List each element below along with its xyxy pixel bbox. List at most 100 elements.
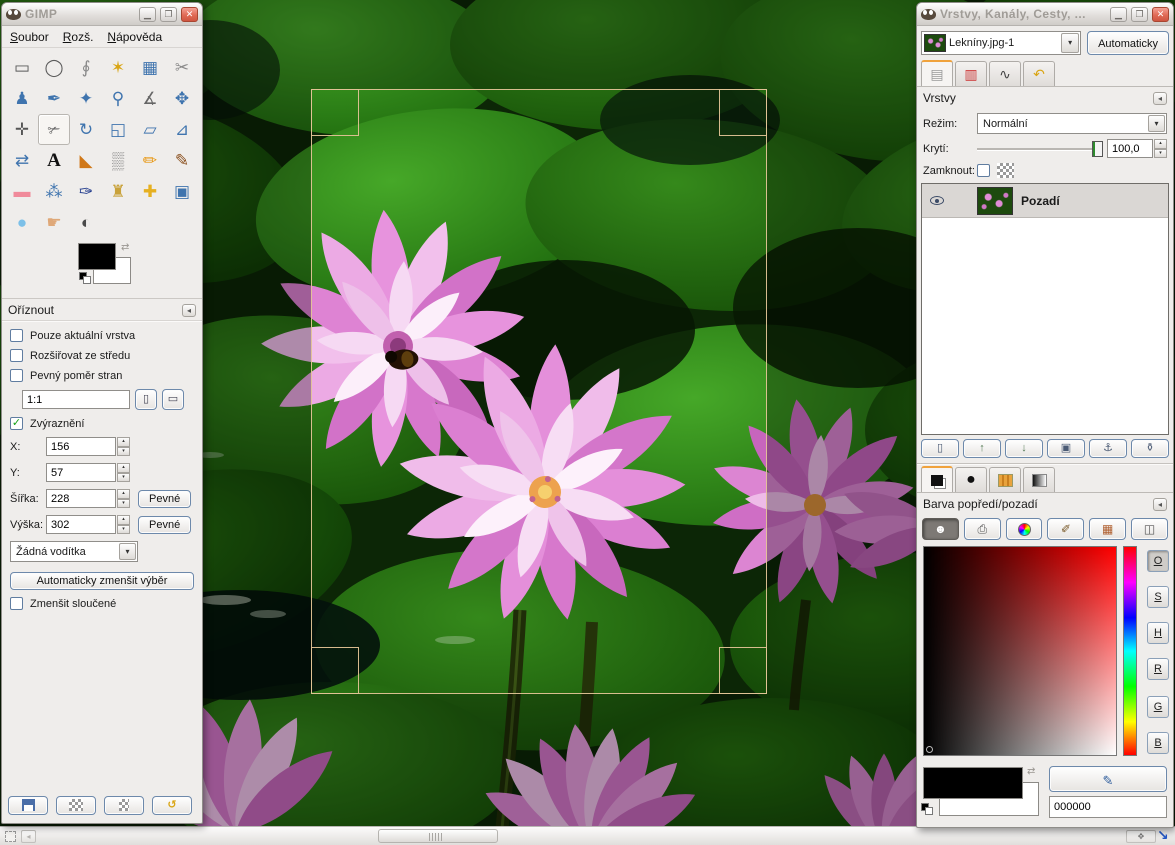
lock-checkbox[interactable] <box>977 164 990 177</box>
crop-selection[interactable] <box>311 89 767 694</box>
gimp-selector-button[interactable]: ☻ <box>922 518 959 540</box>
highlight-checkbox[interactable]: ✓ <box>10 417 23 430</box>
tool-bucket-fill[interactable]: ◣ <box>70 145 102 176</box>
palette-selector-button[interactable]: ▦ <box>1089 518 1126 540</box>
width-spinner[interactable]: ▴▾ <box>117 489 130 508</box>
tool-airbrush[interactable]: ⁂ <box>38 176 70 207</box>
tool-shear[interactable]: ▱ <box>134 114 166 145</box>
collapse-options-button[interactable]: ◂ <box>182 304 196 317</box>
channel-value-button[interactable]: H <box>1147 622 1169 644</box>
swap-colors-icon[interactable]: ⇄ <box>1027 766 1035 777</box>
tool-measure[interactable]: ∡ <box>134 83 166 114</box>
tool-perspective[interactable]: ⊿ <box>166 114 198 145</box>
tool-crop[interactable]: ✃ <box>38 114 70 145</box>
save-options-button[interactable] <box>8 796 48 815</box>
foreground-color-swatch[interactable] <box>923 767 1023 799</box>
tool-flip[interactable]: ⇄ <box>6 145 38 176</box>
channel-red-button[interactable]: R <box>1147 658 1169 680</box>
channel-saturation-button[interactable]: S <box>1147 586 1169 608</box>
tool-ellipse-select[interactable]: ◯ <box>38 52 70 83</box>
tool-eraser[interactable]: ▬ <box>6 176 38 207</box>
tab-patterns[interactable] <box>989 467 1021 492</box>
tool-perspective-clone[interactable]: ▣ <box>166 176 198 207</box>
crop-handle-bottom-right[interactable] <box>719 647 767 694</box>
opacity-slider[interactable] <box>977 141 1103 157</box>
minimize-button[interactable]: ▁ <box>1110 7 1127 22</box>
menu-rozs[interactable]: Rozš. <box>63 30 94 44</box>
dock-titlebar[interactable]: Vrstvy, Kanály, Cesty, ... ▁ ❐ ✕ <box>917 3 1173 26</box>
tab-undo-history[interactable]: ↶ <box>1023 61 1055 86</box>
image-selector-dropdown[interactable]: Lekníny.jpg-1 ▾ <box>921 31 1081 55</box>
reset-options-button[interactable]: ↺ <box>152 796 192 815</box>
opacity-input[interactable] <box>1107 139 1153 158</box>
landscape-button[interactable]: ▭ <box>162 389 184 410</box>
watercolor-selector-button[interactable]: ✐ <box>1047 518 1084 540</box>
tab-channels[interactable]: ▥ <box>955 61 987 86</box>
tool-align[interactable]: ✛ <box>6 114 38 145</box>
layer-mode-dropdown[interactable]: Normální ▾ <box>977 113 1167 134</box>
crop-handle-top-left[interactable] <box>311 89 359 136</box>
tool-zoom[interactable]: ⚲ <box>102 83 134 114</box>
minimize-button[interactable]: ▁ <box>139 7 156 22</box>
fixed-ratio-checkbox[interactable] <box>10 369 23 382</box>
channel-green-button[interactable]: G <box>1147 696 1169 718</box>
wheel-selector-button[interactable] <box>1006 518 1043 540</box>
tool-smudge[interactable]: ☛ <box>38 207 70 238</box>
tool-move[interactable]: ✥ <box>166 83 198 114</box>
horizontal-scrollbar-thumb[interactable] <box>378 829 498 843</box>
delete-options-button[interactable] <box>104 796 144 815</box>
tool-foreground-select[interactable]: ♟ <box>6 83 38 114</box>
crop-y-input[interactable] <box>46 463 116 482</box>
collapse-layers-button[interactable]: ◂ <box>1153 92 1167 105</box>
cmyk-selector-button[interactable]: ⎙ <box>964 518 1001 540</box>
new-layer-button[interactable]: ▯ <box>921 439 959 458</box>
maximize-button[interactable]: ❐ <box>160 7 177 22</box>
tool-select-by-color[interactable]: ▦ <box>134 52 166 83</box>
scales-selector-button[interactable]: ◫ <box>1131 518 1168 540</box>
restore-options-button[interactable] <box>56 796 96 815</box>
edit-color-button[interactable]: ✎ <box>1049 766 1167 792</box>
tab-gradients[interactable] <box>1023 467 1055 492</box>
tool-ink[interactable]: ✑ <box>70 176 102 207</box>
tool-color-picker[interactable]: ✦ <box>70 83 102 114</box>
foreground-color-swatch[interactable] <box>78 243 116 270</box>
current-layer-checkbox[interactable] <box>10 329 23 342</box>
opacity-slider-thumb[interactable] <box>1092 141 1103 157</box>
raise-layer-button[interactable]: ↑ <box>963 439 1001 458</box>
swap-colors-icon[interactable]: ⇄ <box>121 242 129 253</box>
auto-button[interactable]: Automaticky <box>1087 31 1169 55</box>
crop-handle-bottom-left[interactable] <box>311 647 359 694</box>
tool-free-select[interactable]: ∮ <box>70 52 102 83</box>
tab-fg-bg-colors[interactable] <box>921 466 953 492</box>
guides-dropdown[interactable]: Žádná vodítka ▾ <box>10 541 138 562</box>
autoshrink-button[interactable]: Automaticky zmenšit výběr <box>10 572 194 590</box>
channel-blue-button[interactable]: B <box>1147 732 1169 754</box>
crop-handle-top-right[interactable] <box>719 89 767 136</box>
width-fixed-button[interactable]: Pevné <box>138 490 191 508</box>
close-button[interactable]: ✕ <box>1152 7 1169 22</box>
collapse-color-button[interactable]: ◂ <box>1153 498 1167 511</box>
navigation-button[interactable]: ✥ <box>1126 830 1156 843</box>
tool-text[interactable]: A <box>38 145 70 176</box>
tab-layers[interactable]: ▤ <box>921 60 953 86</box>
tab-brushes[interactable]: ● <box>955 467 987 492</box>
delete-layer-button[interactable]: ⚱ <box>1131 439 1169 458</box>
duplicate-layer-button[interactable]: ▣ <box>1047 439 1085 458</box>
crop-width-input[interactable] <box>46 489 116 508</box>
x-spinner[interactable]: ▴▾ <box>117 437 130 456</box>
hex-color-input[interactable] <box>1049 796 1167 818</box>
tool-rectangle-select[interactable]: ▭ <box>6 52 38 83</box>
maximize-button[interactable]: ❐ <box>1131 7 1148 22</box>
tool-paths[interactable]: ✒ <box>38 83 70 114</box>
tool-dodge-burn[interactable]: ◐ <box>70 207 102 238</box>
quick-mask-toggle[interactable] <box>5 831 16 842</box>
crop-x-input[interactable] <box>46 437 116 456</box>
default-colors-icon[interactable] <box>921 803 934 816</box>
default-colors-icon[interactable] <box>79 272 92 285</box>
menu-soubor[interactable]: Soubor <box>10 30 49 44</box>
layer-row-pozadi[interactable]: Pozadí <box>922 184 1168 218</box>
crop-height-input[interactable] <box>46 515 116 534</box>
expand-center-checkbox[interactable] <box>10 349 23 362</box>
ratio-input[interactable] <box>22 390 130 409</box>
tool-paintbrush[interactable]: ✎ <box>166 145 198 176</box>
